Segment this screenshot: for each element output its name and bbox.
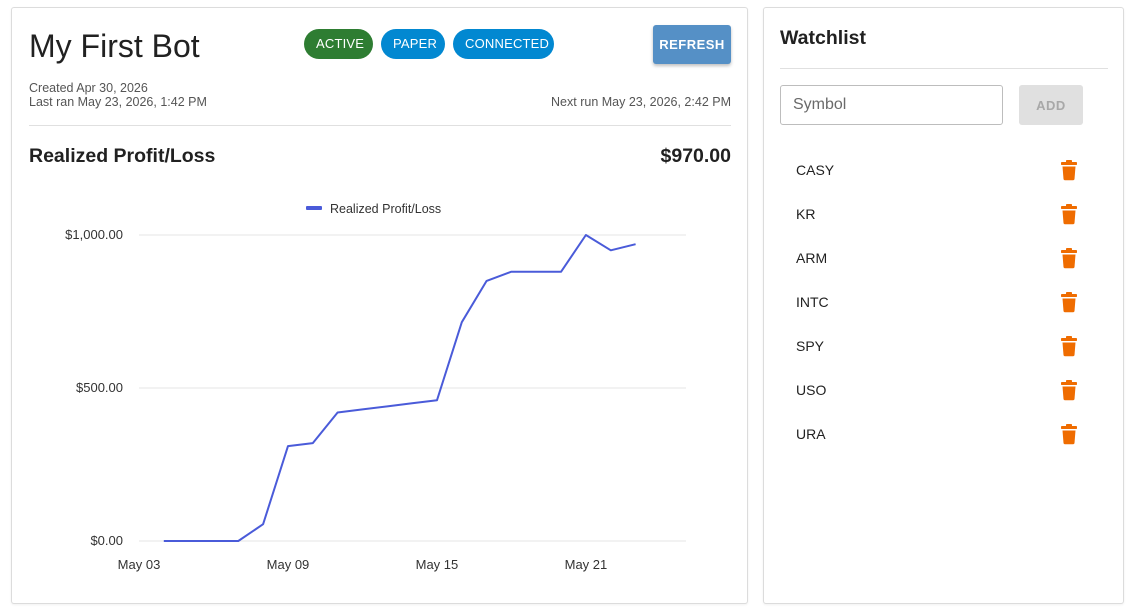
watchlist-item: KR xyxy=(780,191,1100,235)
legend-swatch xyxy=(306,206,322,210)
x-tick-label: May 15 xyxy=(416,557,459,572)
next-run-date: Next run May 23, 2026, 2:42 PM xyxy=(551,95,731,109)
watchlist-item: INTC xyxy=(780,279,1100,323)
watchlist-item: SPY xyxy=(780,323,1100,367)
delete-symbol-button[interactable] xyxy=(1059,247,1079,269)
pl-line-chart: $0.00 $500.00 $1,000.00 May 03 May 09 May 15 M… xyxy=(65,202,686,572)
trash-icon xyxy=(1061,380,1077,401)
header-divider xyxy=(29,125,731,126)
section-title: Realized Profit/Loss xyxy=(29,145,216,167)
watchlist-item: CASY xyxy=(780,147,1100,191)
watchlist-title: Watchlist xyxy=(780,27,866,49)
symbol-input[interactable] xyxy=(780,85,1003,125)
connection-chip-connected: CONNECTED xyxy=(453,29,554,59)
x-tick-label: May 03 xyxy=(118,557,161,572)
status-chip-active: ACTIVE xyxy=(304,29,373,59)
delete-symbol-button[interactable] xyxy=(1059,203,1079,225)
x-tick-label: May 21 xyxy=(565,557,608,572)
bot-card: My First Bot ACTIVE PAPER CONNECTED REFR… xyxy=(11,7,748,604)
watchlist-symbol: ARM xyxy=(796,250,828,266)
watchlist-divider xyxy=(780,68,1108,69)
trash-icon xyxy=(1061,336,1077,357)
last-ran-date: Last ran May 23, 2026, 1:42 PM xyxy=(29,95,207,109)
watchlist-symbol: CASY xyxy=(796,162,835,178)
watchlist-item: URA xyxy=(780,411,1100,455)
bot-title: My First Bot xyxy=(29,28,200,64)
y-tick-label: $500.00 xyxy=(76,380,123,395)
trash-icon xyxy=(1061,160,1077,181)
y-tick-label: $1,000.00 xyxy=(65,227,123,242)
watchlist-symbol: USO xyxy=(796,382,827,398)
add-symbol-button[interactable]: ADD xyxy=(1019,85,1083,125)
watchlist-card: Watchlist ADD CASY KR ARM INTC SPY USO URA xyxy=(763,7,1124,604)
delete-symbol-button[interactable] xyxy=(1059,291,1079,313)
watchlist-symbol: SPY xyxy=(796,338,825,354)
refresh-button[interactable]: REFRESH xyxy=(653,25,731,64)
delete-symbol-button[interactable] xyxy=(1059,335,1079,357)
trash-icon xyxy=(1061,424,1077,445)
realized-pl-value: $970.00 xyxy=(660,145,732,167)
watchlist-list: CASY KR ARM INTC SPY USO URA xyxy=(780,147,1100,455)
x-tick-label: May 09 xyxy=(267,557,310,572)
created-date: Created Apr 30, 2026 xyxy=(29,81,148,95)
watchlist-symbol: KR xyxy=(796,206,816,222)
trash-icon xyxy=(1061,292,1077,313)
watchlist-symbol: INTC xyxy=(796,294,829,310)
watchlist-item: USO xyxy=(780,367,1100,411)
trash-icon xyxy=(1061,204,1077,225)
delete-symbol-button[interactable] xyxy=(1059,379,1079,401)
watchlist-item: ARM xyxy=(780,235,1100,279)
y-tick-label: $0.00 xyxy=(90,533,123,548)
trash-icon xyxy=(1061,248,1077,269)
legend-label: Realized Profit/Loss xyxy=(330,202,441,216)
mode-chip-paper: PAPER xyxy=(381,29,445,59)
delete-symbol-button[interactable] xyxy=(1059,159,1079,181)
delete-symbol-button[interactable] xyxy=(1059,423,1079,445)
watchlist-symbol: URA xyxy=(796,426,826,442)
